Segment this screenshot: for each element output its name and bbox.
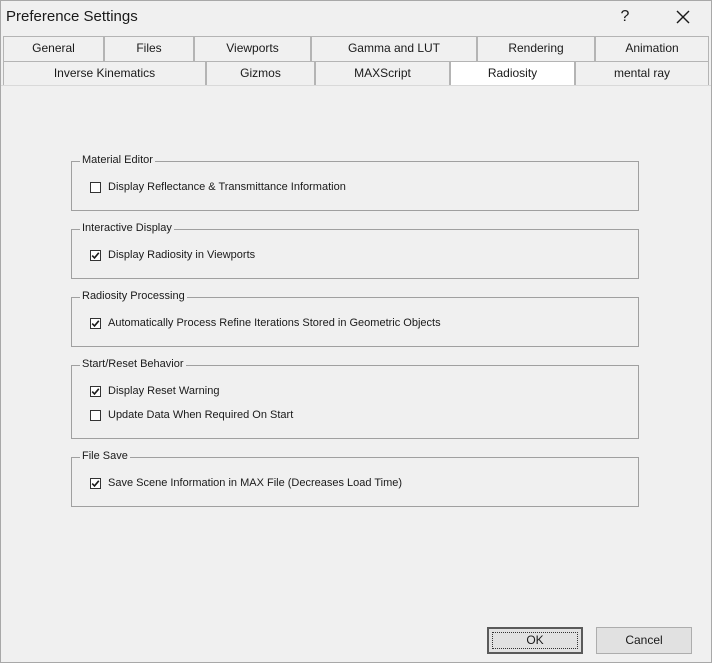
tab-inverse-kinematics[interactable]: Inverse Kinematics (3, 61, 206, 86)
window-title: Preference Settings (6, 8, 138, 25)
group-label-material-editor: Material Editor (80, 153, 155, 167)
option-label: Save Scene Information in MAX File (Decr… (108, 477, 403, 489)
cancel-button[interactable]: Cancel (596, 627, 692, 654)
group-start-reset-behavior: Start/Reset Behavior Display Reset Warni… (71, 357, 639, 439)
option-auto-process-refine-iterations[interactable]: Automatically Process Refine Iterations … (90, 315, 441, 331)
tab-radiosity[interactable]: Radiosity (450, 61, 575, 86)
group-label-radiosity-processing: Radiosity Processing (80, 289, 187, 303)
check-mark-icon (91, 319, 100, 327)
tab-row-1: General Files Viewports Gamma and LUT Re… (1, 36, 711, 61)
tab-mental-ray[interactable]: mental ray (575, 61, 709, 86)
tab-row-2: Inverse Kinematics Gizmos MAXScript Radi… (1, 61, 711, 86)
option-label: Display Radiosity in Viewports (108, 249, 256, 261)
checkbox[interactable] (90, 181, 101, 193)
tab-gizmos[interactable]: Gizmos (206, 61, 315, 86)
option-display-radiosity-in-viewports[interactable]: Display Radiosity in Viewports (90, 247, 255, 263)
check-mark-icon (91, 479, 100, 487)
option-display-reset-warning[interactable]: Display Reset Warning (90, 383, 219, 399)
tab-gamma-and-lut[interactable]: Gamma and LUT (311, 36, 477, 61)
group-label-start-reset-behavior: Start/Reset Behavior (80, 357, 186, 371)
group-radiosity-processing: Radiosity Processing Automatically Proce… (71, 289, 639, 347)
focus-rect (492, 632, 578, 649)
checkbox[interactable] (90, 317, 101, 329)
checkbox[interactable] (90, 477, 101, 489)
group-file-save: File Save Save Scene Information in MAX … (71, 449, 639, 507)
group-interactive-display: Interactive Display Display Radiosity in… (71, 221, 639, 279)
check-mark-icon (91, 387, 100, 395)
tab-animation[interactable]: Animation (595, 36, 709, 61)
title-bar: Preference Settings ? (1, 1, 711, 34)
tab-viewports[interactable]: Viewports (194, 36, 311, 61)
group-material-editor: Material Editor Display Reflectance & Tr… (71, 153, 639, 211)
tab-general[interactable]: General (3, 36, 104, 61)
close-icon (676, 10, 690, 24)
option-save-scene-information[interactable]: Save Scene Information in MAX File (Decr… (90, 475, 402, 491)
check-mark-icon (91, 251, 100, 259)
option-label: Display Reflectance & Transmittance Info… (108, 181, 346, 193)
option-label: Display Reset Warning (108, 385, 220, 397)
tab-panel-top-border (1, 85, 711, 86)
group-label-interactive-display: Interactive Display (80, 221, 174, 235)
option-display-reflectance-transmittance[interactable]: Display Reflectance & Transmittance Info… (90, 179, 346, 195)
checkbox[interactable] (90, 385, 101, 397)
tab-files[interactable]: Files (104, 36, 194, 61)
group-label-file-save: File Save (80, 449, 130, 463)
checkbox[interactable] (90, 249, 101, 261)
option-label: Update Data When Required On Start (108, 409, 294, 421)
help-button[interactable]: ? (605, 2, 645, 32)
option-update-data-on-start[interactable]: Update Data When Required On Start (90, 407, 293, 423)
preference-settings-window: Preference Settings ? General Files View… (0, 0, 712, 663)
checkbox[interactable] (90, 409, 101, 421)
close-button[interactable] (659, 2, 707, 32)
tab-maxscript[interactable]: MAXScript (315, 61, 450, 86)
option-label: Automatically Process Refine Iterations … (108, 317, 441, 329)
tab-rendering[interactable]: Rendering (477, 36, 595, 61)
ok-button[interactable]: OK (487, 627, 583, 654)
